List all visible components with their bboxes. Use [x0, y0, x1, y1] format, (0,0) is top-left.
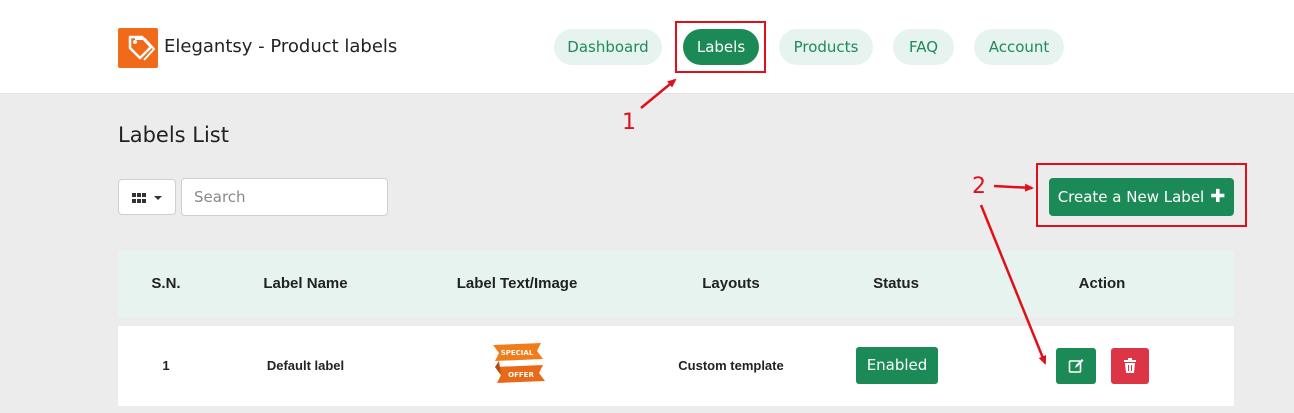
status-badge[interactable]: Enabled — [856, 347, 938, 384]
annotation-box-labels — [675, 21, 766, 73]
view-toggle-button[interactable] — [118, 179, 176, 215]
table-row: 1 Default label SPECIAL OFFER Custom tem… — [118, 326, 1234, 406]
cell-layout: Custom template — [678, 358, 784, 373]
search-input[interactable] — [181, 178, 388, 216]
plus-icon: ✚ — [1210, 186, 1226, 207]
header-layouts: Layouts — [702, 275, 760, 292]
nav-account[interactable]: Account — [974, 29, 1064, 65]
annotation-number-2: 2 — [972, 174, 986, 199]
page-title: Labels List — [118, 123, 229, 147]
create-label-text: Create a New Label — [1057, 188, 1205, 206]
cell-label-name: Default label — [266, 358, 345, 373]
cell-sn: 1 — [162, 358, 170, 373]
delete-button[interactable] — [1111, 348, 1149, 384]
create-label-button[interactable]: Create a New Label ✚ — [1049, 178, 1234, 216]
table-header: S.N. Label Name Label Text/Image Layouts… — [118, 251, 1234, 317]
svg-text:OFFER: OFFER — [508, 371, 534, 379]
nav-products[interactable]: Products — [779, 29, 873, 65]
header-status: Status — [873, 275, 919, 292]
app-title: Elegantsy - Product labels — [164, 36, 398, 57]
header-label-name: Label Name — [263, 275, 348, 292]
annotation-number-1: 1 — [622, 110, 636, 135]
edit-button[interactable] — [1056, 348, 1096, 384]
header-label-text-image: Label Text/Image — [456, 275, 578, 292]
top-navbar: Elegantsy - Product labels Dashboard Lab… — [0, 0, 1294, 94]
nav-dashboard[interactable]: Dashboard — [554, 29, 662, 65]
edit-icon — [1068, 359, 1084, 373]
svg-text:SPECIAL: SPECIAL — [501, 349, 534, 357]
header-action: Action — [1078, 275, 1126, 292]
nav-faq[interactable]: FAQ — [893, 29, 954, 65]
price-tag-icon[interactable] — [118, 28, 158, 68]
trash-icon — [1124, 358, 1136, 373]
grid-icon — [132, 193, 162, 203]
special-offer-label-image: SPECIAL OFFER — [493, 343, 545, 383]
header-sn: S.N. — [151, 275, 181, 292]
